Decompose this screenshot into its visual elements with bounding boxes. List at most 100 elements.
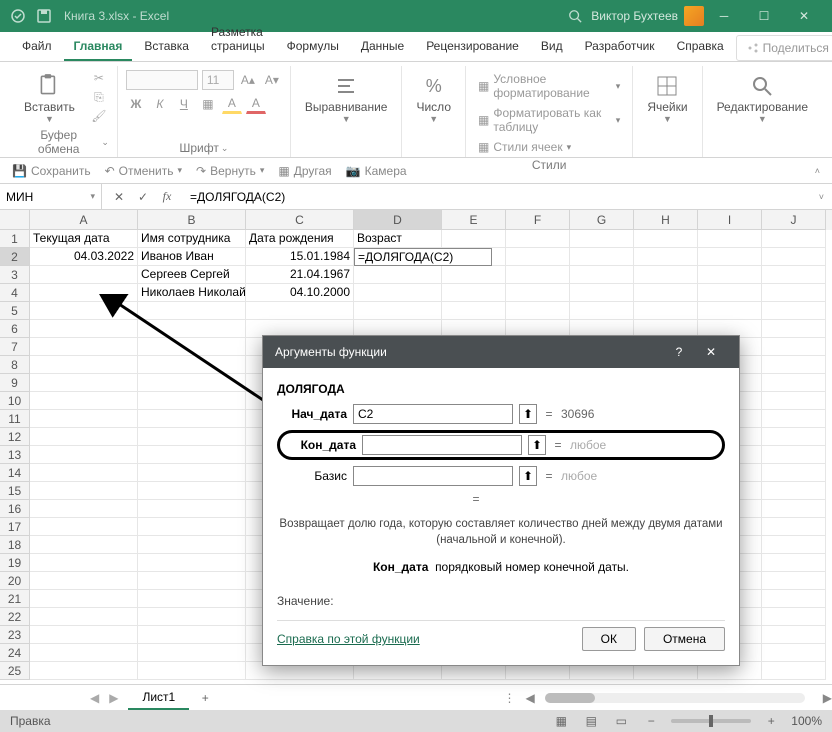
tab-view[interactable]: Вид [531, 33, 573, 61]
sheet-nav-prev[interactable]: ◀ [90, 691, 99, 705]
row-header[interactable]: 24 [0, 644, 30, 662]
autosave-icon[interactable] [8, 6, 28, 26]
zoom-in-icon[interactable]: + [761, 713, 781, 729]
horizontal-scrollbar[interactable] [545, 693, 805, 703]
ok-button[interactable]: ОК [582, 627, 636, 651]
normal-view-icon[interactable]: ▦ [551, 713, 571, 729]
cell[interactable]: Имя сотрудника [138, 230, 246, 248]
tab-home[interactable]: Главная [64, 33, 133, 61]
qat-redo[interactable]: ↷Вернуть▾ [196, 164, 264, 178]
col-header[interactable]: B [138, 210, 246, 230]
fx-icon[interactable]: fx [158, 188, 176, 206]
row-header[interactable]: 9 [0, 374, 30, 392]
dialog-close-icon[interactable]: ✕ [695, 338, 727, 366]
accept-formula-icon[interactable]: ✓ [134, 188, 152, 206]
tab-insert[interactable]: Вставка [134, 33, 199, 61]
format-painter-icon[interactable]: 🖌 [89, 108, 109, 124]
row-header[interactable]: 1 [0, 230, 30, 248]
row-header[interactable]: 8 [0, 356, 30, 374]
decrease-font-icon[interactable]: A▾ [262, 70, 282, 90]
row-header[interactable]: 20 [0, 572, 30, 590]
row-header[interactable]: 16 [0, 500, 30, 518]
italic-button[interactable]: К [150, 94, 170, 114]
col-header[interactable]: G [570, 210, 634, 230]
col-header[interactable]: C [246, 210, 354, 230]
qat-camera[interactable]: 📷Камера [346, 164, 407, 178]
qat-save[interactable]: 💾Сохранить [12, 164, 91, 178]
sheet-tab[interactable]: Лист1 [128, 686, 189, 710]
maximize-button[interactable]: ☐ [744, 2, 784, 30]
tab-help[interactable]: Справка [667, 33, 734, 61]
col-header[interactable]: E [442, 210, 506, 230]
user-account[interactable]: Виктор Бухтеев [591, 6, 704, 26]
qat-other[interactable]: ▦Другая [278, 164, 331, 178]
page-break-icon[interactable]: ▭ [611, 713, 631, 729]
qat-undo[interactable]: ↶Отменить▾ [105, 164, 182, 178]
row-header[interactable]: 7 [0, 338, 30, 356]
formula-input[interactable] [184, 190, 811, 204]
increase-font-icon[interactable]: A▴ [238, 70, 258, 90]
col-header[interactable]: I [698, 210, 762, 230]
cell[interactable]: Дата рождения [246, 230, 354, 248]
cell[interactable]: Текущая дата [30, 230, 138, 248]
underline-button[interactable]: Ч [174, 94, 194, 114]
alignment-button[interactable]: Выравнивание▼ [299, 70, 394, 126]
format-as-table[interactable]: ▦Форматировать как таблицу▾ [474, 104, 624, 136]
sheet-nav-next[interactable]: ▶ [109, 691, 118, 705]
close-button[interactable]: ✕ [784, 2, 824, 30]
row-header[interactable]: 15 [0, 482, 30, 500]
arg-basis-input[interactable] [353, 466, 513, 486]
cells-button[interactable]: Ячейки▼ [641, 70, 693, 126]
number-button[interactable]: %Число▼ [410, 70, 457, 126]
cell[interactable]: Сергеев Сергей [138, 266, 246, 284]
cut-icon[interactable]: ✂ [89, 70, 109, 86]
row-header[interactable]: 22 [0, 608, 30, 626]
font-family-select[interactable] [126, 70, 198, 90]
cancel-button[interactable]: Отмена [644, 627, 725, 651]
font-color-icon[interactable]: A [246, 94, 266, 114]
paste-button[interactable]: Вставить▼ [18, 70, 81, 126]
zoom-slider[interactable] [671, 719, 751, 723]
cell[interactable]: 15.01.1984 [246, 248, 354, 266]
scroll-right-icon[interactable]: ▶ [823, 691, 832, 705]
row-header[interactable]: 4 [0, 284, 30, 302]
row-header[interactable]: 10 [0, 392, 30, 410]
cell[interactable]: 04.10.2000 [246, 284, 354, 302]
row-header[interactable]: 25 [0, 662, 30, 680]
row-header[interactable]: 11 [0, 410, 30, 428]
row-header[interactable]: 19 [0, 554, 30, 572]
row-header[interactable]: 21 [0, 590, 30, 608]
expand-formula-icon[interactable]: ˅ [819, 192, 824, 202]
arg-end-input[interactable] [362, 435, 522, 455]
col-header[interactable]: D [354, 210, 442, 230]
row-header[interactable]: 12 [0, 428, 30, 446]
zoom-out-icon[interactable]: − [641, 713, 661, 729]
cell-styles[interactable]: ▦Стили ячеек▾ [474, 138, 624, 156]
tab-review[interactable]: Рецензирование [416, 33, 529, 61]
tab-file[interactable]: Файл [12, 33, 62, 61]
collapse-ribbon-icon[interactable]: ˄ [815, 166, 820, 176]
row-header[interactable]: 2 [0, 248, 30, 266]
row-header[interactable]: 5 [0, 302, 30, 320]
copy-icon[interactable]: ⎘ [89, 89, 109, 105]
save-icon[interactable] [34, 6, 54, 26]
name-box[interactable]: МИН▾ [0, 184, 102, 209]
bold-button[interactable]: Ж [126, 94, 146, 114]
tab-developer[interactable]: Разработчик [575, 33, 665, 61]
col-header[interactable]: H [634, 210, 698, 230]
add-sheet-button[interactable]: + [193, 686, 217, 710]
arg-start-input[interactable] [353, 404, 513, 424]
col-header[interactable]: F [506, 210, 570, 230]
font-size-select[interactable] [202, 70, 234, 90]
row-header[interactable]: 17 [0, 518, 30, 536]
scroll-left-icon[interactable]: ◀ [526, 691, 535, 705]
col-header[interactable]: A [30, 210, 138, 230]
share-button[interactable]: Поделиться [736, 35, 832, 61]
row-header[interactable]: 23 [0, 626, 30, 644]
row-header[interactable]: 13 [0, 446, 30, 464]
search-icon[interactable] [565, 6, 585, 26]
function-help-link[interactable]: Справка по этой функции [277, 632, 420, 646]
minimize-button[interactable]: ─ [704, 2, 744, 30]
cell[interactable]: 21.04.1967 [246, 266, 354, 284]
editing-button[interactable]: Редактирование▼ [711, 70, 814, 126]
